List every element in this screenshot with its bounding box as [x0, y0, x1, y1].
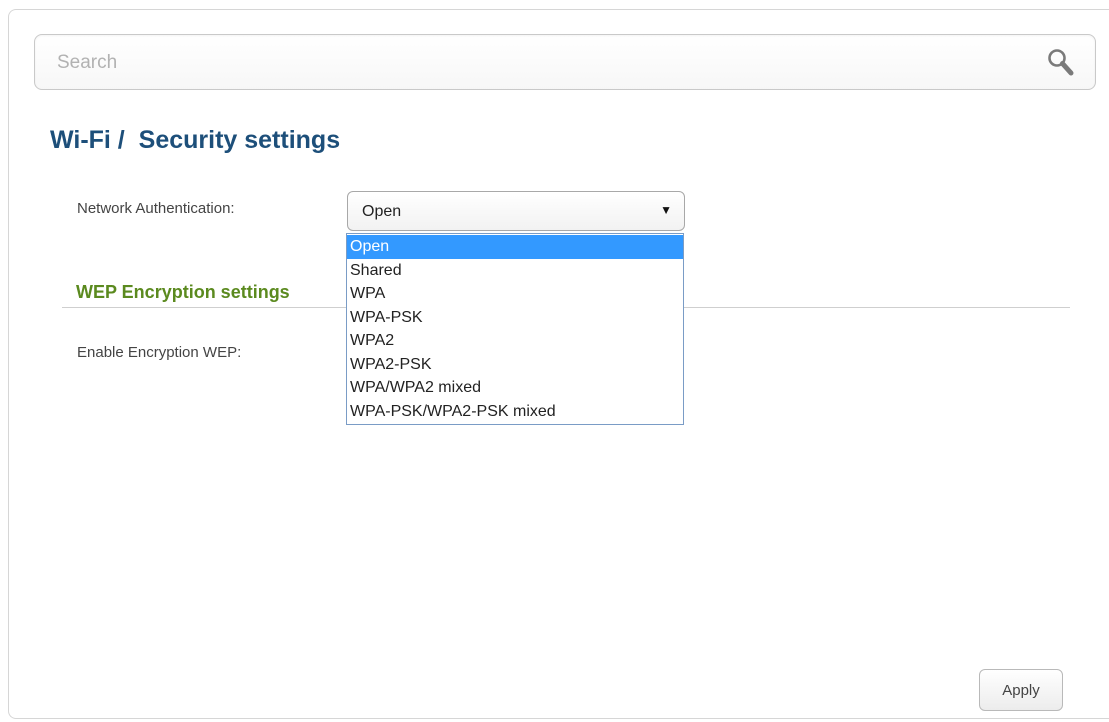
option-wpa[interactable]: WPA — [347, 282, 683, 306]
option-wpa-wpa2-mixed[interactable]: WPA/WPA2 mixed — [347, 376, 683, 400]
option-wpa2[interactable]: WPA2 — [347, 329, 683, 353]
search-bar[interactable] — [34, 34, 1096, 90]
network-authentication-select[interactable]: Open ▼ — [347, 191, 685, 231]
network-authentication-options: Open Shared WPA WPA-PSK WPA2 WPA2-PSK WP… — [346, 233, 684, 425]
option-wpa-psk-wpa2-psk-mixed[interactable]: WPA-PSK/WPA2-PSK mixed — [347, 400, 683, 424]
option-wpa2-psk[interactable]: WPA2-PSK — [347, 353, 683, 377]
dropdown-arrow-icon: ▼ — [660, 203, 672, 217]
option-shared[interactable]: Shared — [347, 259, 683, 283]
search-icon[interactable] — [1045, 47, 1077, 79]
search-input[interactable] — [57, 49, 1017, 77]
network-authentication-label: Network Authentication: — [77, 200, 235, 217]
page-title: Wi-Fi / Security settings — [50, 126, 341, 154]
option-wpa-psk[interactable]: WPA-PSK — [347, 306, 683, 330]
enable-encryption-wep-label: Enable Encryption WEP: — [77, 344, 242, 361]
option-open[interactable]: Open — [347, 235, 683, 259]
select-value: Open — [362, 203, 402, 220]
apply-button[interactable]: Apply — [979, 669, 1063, 711]
wep-section-title: WEP Encryption settings — [76, 282, 290, 302]
